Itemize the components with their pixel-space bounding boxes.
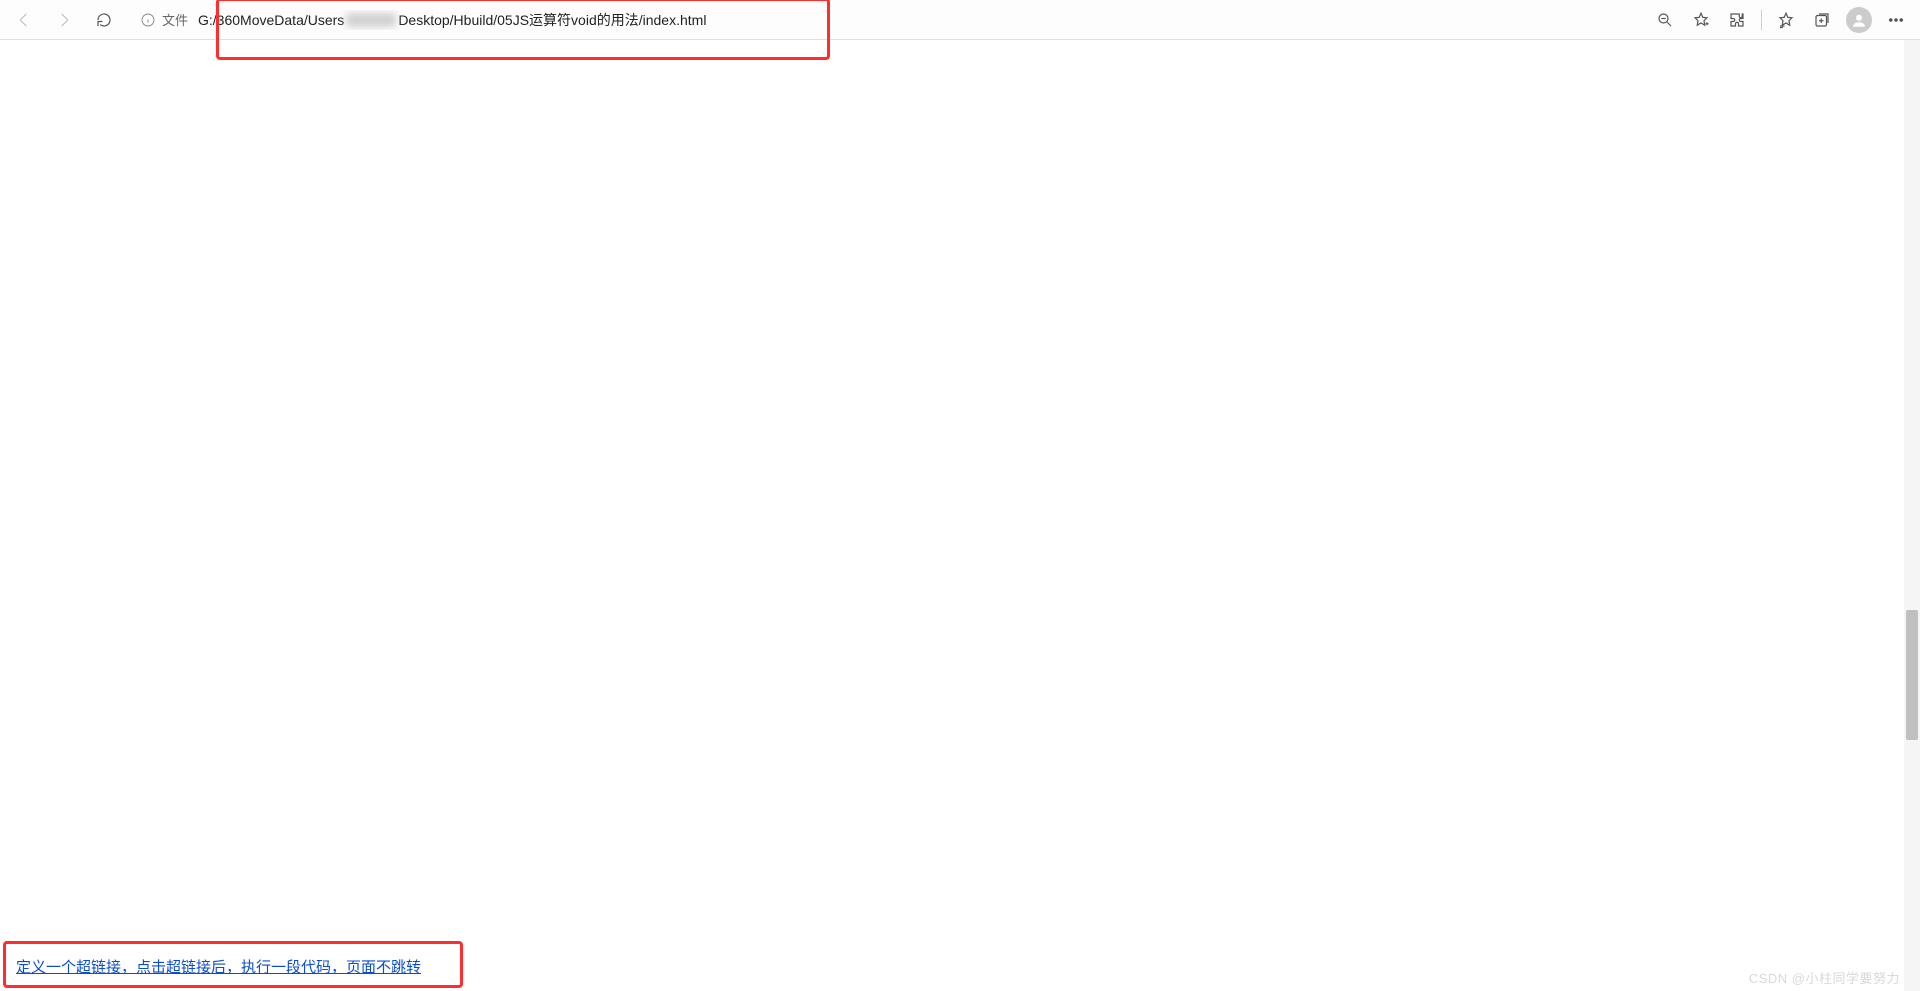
favorite-button[interactable] (1685, 4, 1717, 36)
magnify-minus-icon (1656, 11, 1674, 29)
scroll-thumb[interactable] (1906, 610, 1918, 740)
info-label: 文件 (162, 10, 188, 29)
url-suffix: Desktop/Hbuild/05JS运算符void的用法/index.html (398, 10, 706, 30)
more-button[interactable] (1880, 4, 1912, 36)
extensions-button[interactable] (1721, 4, 1753, 36)
annotation-link-highlight: 定义一个超链接，点击超链接后，执行一段代码，页面不跳转 (3, 941, 463, 988)
forward-button[interactable] (48, 4, 80, 36)
collections-icon (1813, 11, 1831, 29)
favorites-star-list-icon (1777, 11, 1795, 29)
url-text: G:/360MoveData/Users Desktop/Hbuild/05JS… (198, 10, 706, 30)
arrow-right-icon (55, 11, 73, 29)
nav-buttons (8, 4, 120, 36)
vertical-scrollbar[interactable] (1904, 40, 1920, 991)
zoom-button[interactable] (1649, 4, 1681, 36)
info-icon (140, 12, 156, 28)
browser-toolbar: 文件 G:/360MoveData/Users Desktop/Hbuild/0… (0, 0, 1920, 40)
favorites-bar-button[interactable] (1770, 4, 1802, 36)
void-demo-link[interactable]: 定义一个超链接，点击超链接后，执行一段代码，页面不跳转 (16, 959, 421, 976)
refresh-icon (95, 11, 113, 29)
url-blurred-segment (346, 13, 396, 27)
profile-avatar[interactable] (1846, 7, 1872, 33)
star-add-icon (1692, 11, 1710, 29)
more-icon (1887, 11, 1905, 29)
address-bar[interactable]: 文件 G:/360MoveData/Users Desktop/Hbuild/0… (132, 4, 1637, 36)
toolbar-right-icons (1649, 4, 1912, 36)
url-prefix: G:/360MoveData/Users (198, 12, 344, 28)
puzzle-icon (1728, 11, 1746, 29)
collections-button[interactable] (1806, 4, 1838, 36)
toolbar-divider (1761, 10, 1762, 30)
page-content: 定义一个超链接，点击超链接后，执行一段代码，页面不跳转 (0, 40, 1920, 991)
avatar-icon (1850, 11, 1868, 29)
refresh-button[interactable] (88, 4, 120, 36)
info-chip[interactable]: 文件 (140, 10, 188, 29)
back-button[interactable] (8, 4, 40, 36)
arrow-left-icon (15, 11, 33, 29)
